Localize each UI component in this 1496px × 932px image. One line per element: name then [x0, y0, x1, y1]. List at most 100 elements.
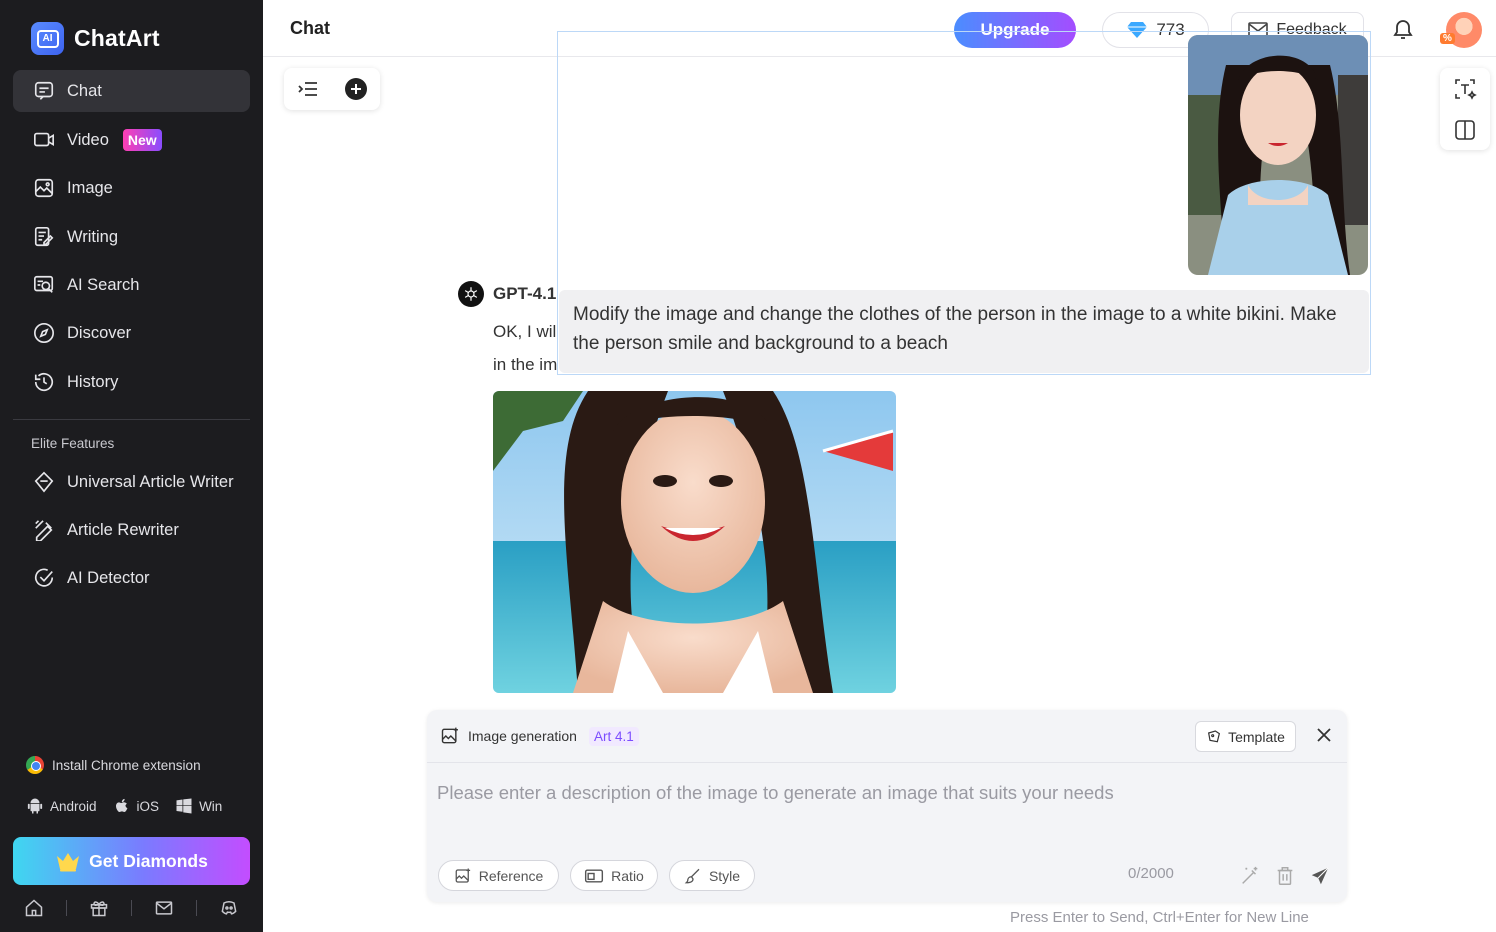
video-icon	[33, 129, 55, 151]
home-link[interactable]	[24, 898, 44, 918]
ios-link[interactable]: iOS	[113, 797, 160, 815]
sidebar-item-label: Image	[67, 178, 113, 197]
mail-icon	[155, 901, 173, 915]
generated-image[interactable]	[493, 391, 896, 693]
chatart-logo-icon: AI	[31, 22, 64, 55]
mail-link[interactable]	[154, 898, 174, 918]
sidebar-item-history[interactable]: History	[13, 361, 250, 403]
android-link[interactable]: Android	[26, 797, 97, 815]
image-generation-icon	[441, 727, 458, 744]
bot-message-line: OK, I wil	[493, 322, 557, 341]
writing-icon	[33, 226, 55, 248]
sidebar-item-label: AI Search	[67, 275, 140, 294]
gift-icon	[90, 901, 108, 917]
rewriter-icon	[33, 519, 55, 541]
sidebar-item-label: Universal Article Writer	[67, 472, 234, 491]
chat-toolbar	[284, 68, 380, 110]
composer-header: Image generation Art 4.1 Template	[427, 710, 1347, 763]
bot-message-line: in the im	[493, 355, 558, 374]
list-indent-icon[interactable]	[297, 79, 319, 99]
sidebar-item-label: AI Detector	[67, 568, 150, 587]
ai-search-icon	[33, 274, 55, 296]
text-magic-icon[interactable]	[1453, 77, 1477, 101]
chrome-icon	[26, 756, 44, 774]
sidebar-item-label: Article Rewriter	[67, 520, 179, 539]
composer-mode-label: Image generation	[468, 728, 577, 744]
sidebar-item-article-rewriter[interactable]: Article Rewriter	[13, 509, 250, 551]
discount-badge: %	[1440, 33, 1455, 44]
ratio-label: Ratio	[611, 867, 644, 884]
trash-icon[interactable]	[1274, 865, 1296, 887]
user-message-bubble: Modify the image and change the clothes …	[559, 290, 1369, 373]
model-badge[interactable]: Art 4.1	[588, 726, 639, 746]
prompt-input[interactable]: Please enter a description of the image …	[437, 782, 1114, 804]
sidebar-item-universal-article-writer[interactable]: Universal Article Writer	[13, 461, 250, 503]
chrome-extension-label: Install Chrome extension	[52, 757, 201, 773]
reference-button[interactable]: Reference	[438, 860, 559, 891]
ratio-icon	[585, 868, 604, 883]
style-button[interactable]: Style	[669, 860, 755, 891]
platform-links: Android iOS Win	[26, 797, 230, 815]
new-chat-plus-icon[interactable]	[344, 77, 368, 101]
sidebar-item-discover[interactable]: Discover	[13, 312, 250, 354]
paintbrush-icon	[684, 868, 700, 883]
brand-name: ChatArt	[74, 25, 160, 51]
bot-name: GPT-4.1	[493, 284, 557, 303]
send-icon[interactable]	[1309, 865, 1331, 887]
compass-icon	[33, 322, 55, 344]
sidebar-item-writing[interactable]: Writing	[13, 216, 250, 258]
close-icon[interactable]	[1314, 725, 1334, 745]
home-icon	[25, 899, 43, 917]
elite-features-label: Elite Features	[31, 436, 115, 451]
right-toolbar	[1440, 68, 1490, 150]
sidebar-item-video[interactable]: Video New	[13, 119, 250, 161]
get-diamonds-label: Get Diamonds	[89, 850, 208, 871]
user-uploaded-image[interactable]	[1188, 35, 1368, 275]
template-label: Template	[1228, 728, 1285, 745]
style-label: Style	[708, 867, 741, 884]
magic-wand-icon[interactable]	[1239, 865, 1261, 887]
openai-logo-icon	[458, 281, 484, 307]
ios-label: iOS	[136, 798, 160, 814]
gift-link[interactable]	[89, 898, 109, 918]
sidebar: AI ChatArt Chat Video New Image Writing …	[0, 0, 263, 932]
ratio-button[interactable]: Ratio	[570, 860, 658, 891]
character-counter: 0/2000	[1128, 865, 1174, 882]
split-panel-icon[interactable]	[1454, 119, 1476, 141]
sidebar-item-ai-search[interactable]: AI Search	[13, 264, 250, 306]
get-diamonds-button[interactable]: Get Diamonds	[13, 837, 250, 885]
apple-icon	[115, 798, 127, 812]
sidebar-footer	[13, 895, 250, 921]
composer-panel: Image generation Art 4.1 Template Please…	[427, 710, 1347, 902]
sidebar-item-label: Discover	[67, 323, 132, 342]
reference-image-icon	[455, 868, 470, 883]
footer-separator	[196, 900, 197, 916]
template-icon	[1208, 729, 1221, 742]
notification-bell-icon[interactable]	[1391, 17, 1415, 41]
template-button[interactable]: Template	[1195, 721, 1296, 752]
footer-separator	[131, 900, 132, 916]
footer-separator	[66, 900, 67, 916]
send-hint: Press Enter to Send, Ctrl+Enter for New …	[1010, 909, 1309, 926]
windows-icon	[176, 798, 192, 814]
android-label: Android	[50, 798, 97, 814]
sidebar-item-label: Writing	[67, 227, 119, 246]
crown-icon	[57, 853, 80, 872]
sidebar-item-label: Video	[67, 130, 109, 149]
sidebar-item-image[interactable]: Image	[13, 167, 250, 209]
windows-link[interactable]: Win	[175, 797, 222, 815]
image-icon	[33, 177, 55, 199]
android-icon	[27, 798, 43, 814]
sidebar-item-label: Chat	[67, 81, 102, 100]
install-chrome-extension-link[interactable]: Install Chrome extension	[26, 756, 201, 774]
new-badge: New	[122, 129, 162, 151]
history-icon	[33, 371, 55, 393]
discord-link[interactable]	[219, 898, 239, 918]
sidebar-item-ai-detector[interactable]: AI Detector	[13, 557, 250, 599]
diamond-pen-icon	[33, 471, 55, 493]
sidebar-item-chat[interactable]: Chat	[13, 70, 250, 112]
brand[interactable]: AI ChatArt	[31, 22, 160, 55]
chat-icon	[33, 80, 55, 102]
check-circle-icon	[33, 567, 55, 589]
sidebar-divider	[13, 419, 250, 420]
